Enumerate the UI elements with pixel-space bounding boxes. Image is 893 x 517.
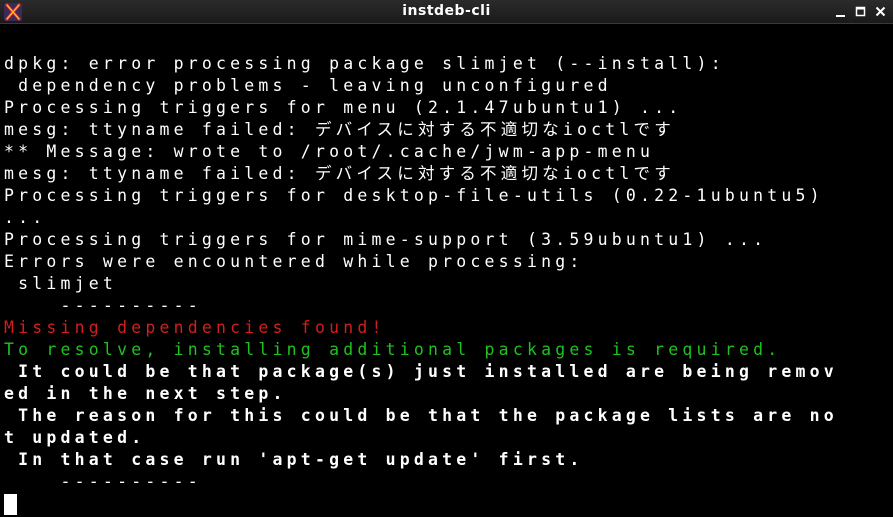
window-title: instdeb-cli — [402, 3, 491, 19]
terminal-line: ---------- — [4, 296, 202, 315]
terminal-line: dpkg: error processing package slimjet (… — [4, 54, 725, 73]
terminal-output[interactable]: dpkg: error processing package slimjet (… — [0, 24, 893, 517]
terminal-window: instdeb-cli dpkg: error processing packa… — [0, 0, 893, 517]
close-icon[interactable] — [874, 4, 887, 19]
terminal-line: Processing triggers for mime-support (3.… — [4, 230, 768, 249]
terminal-line: In that case run 'apt-get update' first. — [4, 450, 584, 469]
terminal-line: slimjet — [4, 274, 118, 293]
terminal-line: It could be that package(s) just install… — [4, 362, 838, 381]
terminal-line: dependency problems - leaving unconfigur… — [4, 76, 612, 95]
terminal-line: t updated. — [4, 428, 146, 447]
terminal-line: mesg: ttyname failed: デバイスに対する不適切なioctlで… — [4, 120, 675, 139]
terminal-line: The reason for this could be that the pa… — [4, 406, 838, 425]
terminal-line: mesg: ttyname failed: デバイスに対する不適切なioctlで… — [4, 164, 675, 183]
terminal-line: Errors were encountered while processing… — [4, 252, 584, 271]
terminal-line: ---------- — [4, 472, 202, 491]
terminal-line: Processing triggers for menu (2.1.47ubun… — [4, 98, 683, 117]
window-controls — [834, 4, 887, 20]
minimize-icon[interactable] — [834, 4, 847, 19]
terminal-line: ** Message: wrote to /root/.cache/jwm-ap… — [4, 142, 655, 161]
title-bar[interactable]: instdeb-cli — [0, 0, 893, 24]
terminal-line: Processing triggers for desktop-file-uti… — [4, 186, 824, 205]
prompt-line[interactable] — [4, 493, 893, 515]
resolve-message-line: To resolve, installing additional packag… — [4, 340, 782, 359]
maximize-icon[interactable] — [854, 4, 867, 19]
terminal-line: ed in the next step. — [4, 384, 287, 403]
terminal-line: ... — [4, 208, 47, 227]
text-cursor — [4, 494, 17, 515]
error-message-line: Missing dependencies found! — [4, 318, 386, 337]
